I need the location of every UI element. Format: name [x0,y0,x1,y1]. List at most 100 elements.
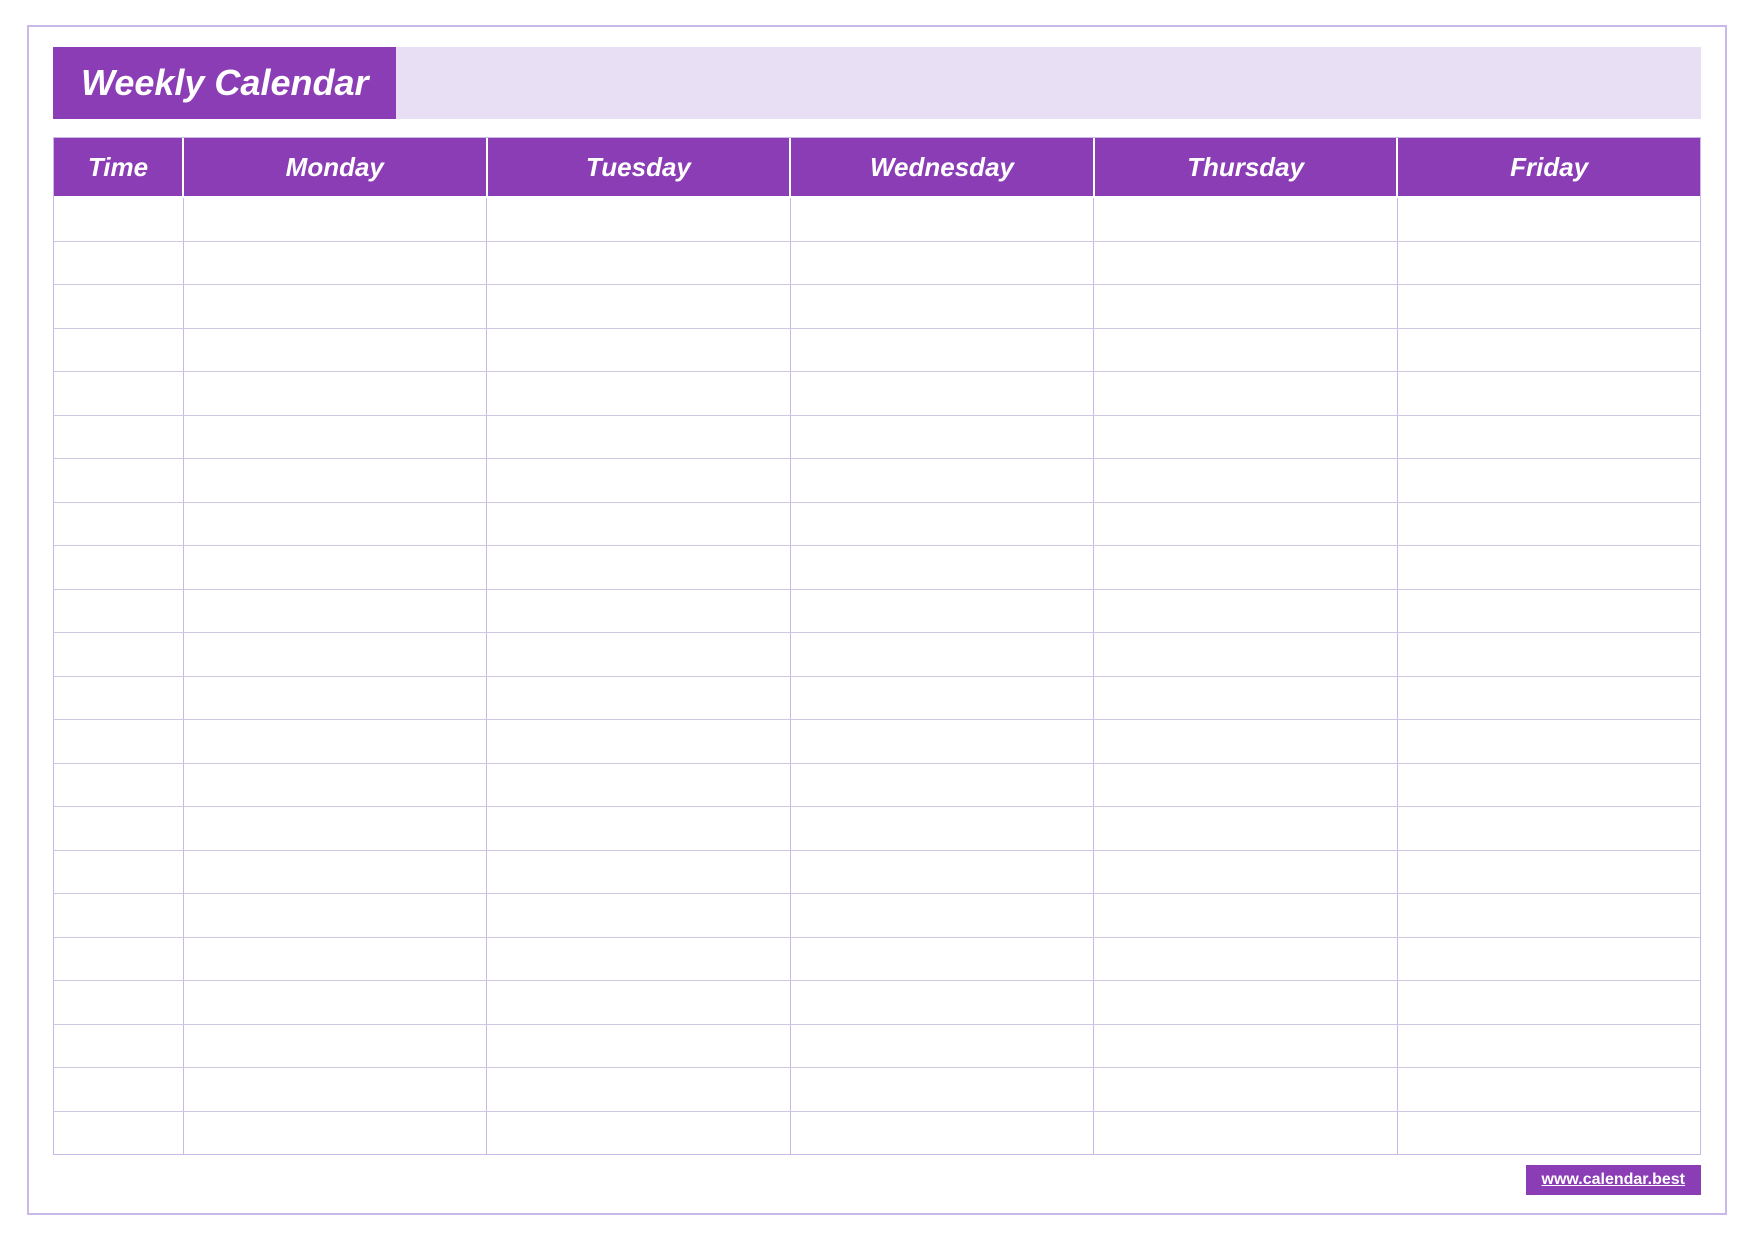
table-cell[interactable] [184,677,487,720]
table-cell[interactable] [1094,329,1397,372]
table-cell[interactable] [791,894,1094,937]
table-cell[interactable] [791,459,1094,502]
table-cell[interactable] [54,677,184,720]
table-cell[interactable] [791,1025,1094,1068]
table-cell[interactable] [54,807,184,850]
table-cell[interactable] [487,720,790,763]
table-cell[interactable] [184,198,487,241]
table-cell[interactable] [1398,546,1700,589]
table-cell[interactable] [1094,242,1397,285]
footer-link[interactable]: www.calendar.best [1526,1165,1701,1195]
table-cell[interactable] [184,981,487,1024]
table-cell[interactable] [54,894,184,937]
table-cell[interactable] [1398,894,1700,937]
table-cell[interactable] [1094,1068,1397,1111]
table-cell[interactable] [54,242,184,285]
table-cell[interactable] [184,1025,487,1068]
table-cell[interactable] [1094,1025,1397,1068]
table-cell[interactable] [791,372,1094,415]
table-cell[interactable] [1398,329,1700,372]
table-cell[interactable] [184,894,487,937]
table-cell[interactable] [791,720,1094,763]
table-cell[interactable] [791,938,1094,981]
table-cell[interactable] [487,981,790,1024]
table-cell[interactable] [54,1068,184,1111]
table-cell[interactable] [54,372,184,415]
table-cell[interactable] [487,938,790,981]
table-cell[interactable] [184,1112,487,1155]
table-cell[interactable] [791,329,1094,372]
table-cell[interactable] [487,416,790,459]
table-cell[interactable] [791,198,1094,241]
table-cell[interactable] [54,633,184,676]
table-cell[interactable] [791,285,1094,328]
table-cell[interactable] [54,590,184,633]
table-cell[interactable] [487,677,790,720]
table-cell[interactable] [487,242,790,285]
table-cell[interactable] [1094,459,1397,502]
table-cell[interactable] [487,546,790,589]
table-cell[interactable] [1094,372,1397,415]
table-cell[interactable] [1398,242,1700,285]
table-cell[interactable] [1094,764,1397,807]
table-cell[interactable] [1094,198,1397,241]
table-cell[interactable] [184,546,487,589]
table-cell[interactable] [184,938,487,981]
table-cell[interactable] [1094,546,1397,589]
table-cell[interactable] [54,329,184,372]
table-cell[interactable] [184,590,487,633]
table-cell[interactable] [1094,851,1397,894]
table-cell[interactable] [1094,590,1397,633]
table-cell[interactable] [487,764,790,807]
table-cell[interactable] [1094,677,1397,720]
table-cell[interactable] [1398,807,1700,850]
table-cell[interactable] [54,938,184,981]
table-cell[interactable] [791,981,1094,1024]
table-cell[interactable] [791,242,1094,285]
table-cell[interactable] [1094,1112,1397,1155]
table-cell[interactable] [184,1068,487,1111]
table-cell[interactable] [1398,764,1700,807]
table-cell[interactable] [487,1068,790,1111]
table-cell[interactable] [791,851,1094,894]
table-cell[interactable] [1398,1068,1700,1111]
table-cell[interactable] [184,503,487,546]
table-cell[interactable] [184,807,487,850]
table-cell[interactable] [1398,1112,1700,1155]
table-cell[interactable] [1398,372,1700,415]
table-cell[interactable] [791,1068,1094,1111]
table-cell[interactable] [1094,633,1397,676]
table-cell[interactable] [487,1025,790,1068]
table-cell[interactable] [54,720,184,763]
table-cell[interactable] [54,503,184,546]
table-cell[interactable] [487,851,790,894]
table-cell[interactable] [1398,198,1700,241]
table-cell[interactable] [1094,938,1397,981]
table-cell[interactable] [487,372,790,415]
table-cell[interactable] [487,894,790,937]
table-cell[interactable] [791,1112,1094,1155]
table-cell[interactable] [1398,1025,1700,1068]
table-cell[interactable] [54,851,184,894]
table-cell[interactable] [1398,851,1700,894]
table-cell[interactable] [791,546,1094,589]
table-cell[interactable] [54,416,184,459]
table-cell[interactable] [184,720,487,763]
table-cell[interactable] [184,416,487,459]
table-cell[interactable] [1398,981,1700,1024]
table-cell[interactable] [54,546,184,589]
table-cell[interactable] [1398,503,1700,546]
table-cell[interactable] [184,633,487,676]
table-cell[interactable] [1094,285,1397,328]
table-cell[interactable] [184,285,487,328]
table-cell[interactable] [487,285,790,328]
table-cell[interactable] [791,677,1094,720]
table-cell[interactable] [487,198,790,241]
table-cell[interactable] [791,807,1094,850]
table-cell[interactable] [487,807,790,850]
table-cell[interactable] [1094,720,1397,763]
table-cell[interactable] [487,590,790,633]
table-cell[interactable] [54,764,184,807]
table-cell[interactable] [1398,285,1700,328]
table-cell[interactable] [1398,720,1700,763]
